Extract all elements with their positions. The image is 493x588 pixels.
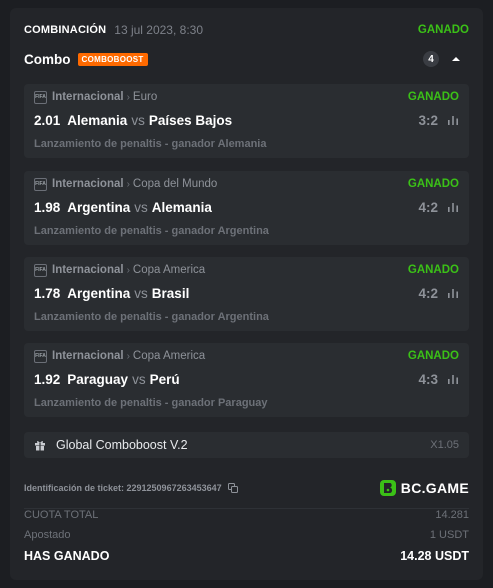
selection-status: GANADO: [407, 91, 459, 103]
selection-item[interactable]: FIFA Internacional › Copa America GANADO…: [24, 257, 469, 331]
selection-item[interactable]: FIFA Internacional › Copa del Mundo GANA…: [24, 171, 469, 245]
total-odds-value: 14.281: [435, 509, 469, 521]
comboboost-name: Global Comboboost V.2: [56, 438, 188, 452]
league-name: Internacional: [52, 264, 124, 276]
comboboost-multiplier: X1.05: [430, 439, 459, 451]
fifa-logo-icon: FIFA: [34, 177, 47, 191]
market-pick: Lanzamiento de penaltis - ganador Argent…: [34, 225, 269, 237]
chevron-right-icon: ›: [126, 350, 130, 362]
market-pick: Lanzamiento de penaltis - ganador Argent…: [34, 311, 269, 323]
fifa-logo-icon: FIFA: [34, 349, 47, 363]
selection-status: GANADO: [407, 178, 459, 190]
staked-value: 1 USDT: [429, 529, 469, 541]
selection-odds: 1.92: [34, 371, 61, 387]
away-team: Brasil: [151, 285, 190, 301]
bar-chart-icon[interactable]: [447, 287, 459, 299]
bet-date: 13 jul 2023, 8:30: [114, 23, 204, 37]
brand-logo: BC.GAME: [379, 479, 469, 497]
winnings-value: 14.28 USDT: [400, 549, 469, 563]
tournament-name: Euro: [132, 91, 158, 103]
final-score: 3:2: [418, 112, 438, 128]
fifa-logo-icon: FIFA: [34, 90, 47, 104]
combo-title: Combo: [24, 51, 71, 67]
selection-odds: 2.01: [34, 112, 61, 128]
selections-count: 4: [423, 51, 439, 67]
away-team: Alemania: [151, 199, 212, 215]
home-team: Argentina: [67, 199, 131, 215]
tournament-name: Copa America: [132, 350, 206, 362]
market-pick: Lanzamiento de penaltis - ganador Paragu…: [34, 397, 268, 409]
selection-odds: 1.98: [34, 199, 61, 215]
league-name: Internacional: [52, 178, 124, 190]
away-team: Perú: [149, 371, 180, 387]
ticket-header: COMBINACIÓN 13 jul 2023, 8:30 GANADO: [24, 22, 469, 38]
chevron-right-icon: ›: [126, 264, 130, 276]
winnings-row: HAS GANADO 14.28 USDT: [24, 548, 469, 564]
bar-chart-icon[interactable]: [447, 201, 459, 213]
copy-icon[interactable]: [227, 483, 238, 493]
ticket-id: Identificación de ticket: 22912509672634…: [24, 483, 222, 493]
chevron-right-icon: ›: [126, 91, 130, 103]
final-score: 4:3: [418, 371, 438, 387]
market-pick: Lanzamiento de penaltis - ganador Aleman…: [34, 138, 267, 150]
selection-status: GANADO: [407, 350, 459, 362]
global-comboboost-row: Global Comboboost V.2 X1.05: [24, 432, 469, 458]
ticket-id-row: Identificación de ticket: 22912509672634…: [24, 478, 469, 498]
combo-toggle-row[interactable]: Combo COMBOBOOST 4: [24, 46, 469, 72]
final-score: 4:2: [418, 285, 438, 301]
selection-status: GANADO: [407, 264, 459, 276]
ticket-status-badge: GANADO: [417, 24, 469, 36]
tournament-name: Copa America: [132, 264, 206, 276]
home-team: Argentina: [67, 285, 131, 301]
league-name: Internacional: [52, 91, 124, 103]
tournament-name: Copa del Mundo: [132, 178, 218, 190]
vs-label: vs: [132, 371, 146, 387]
final-score: 4:2: [418, 199, 438, 215]
chevron-up-icon[interactable]: [451, 54, 461, 64]
bar-chart-icon[interactable]: [447, 114, 459, 126]
fifa-logo-icon: FIFA: [34, 263, 47, 277]
home-team: Alemania: [67, 112, 128, 128]
staked-row: Apostado 1 USDT: [24, 528, 469, 542]
brand-name: BC.GAME: [400, 480, 469, 496]
staked-label: Apostado: [24, 529, 71, 541]
winnings-label: HAS GANADO: [24, 549, 110, 563]
gift-icon: [35, 441, 45, 451]
selection-odds: 1.78: [34, 285, 61, 301]
league-name: Internacional: [52, 350, 124, 362]
vs-label: vs: [134, 199, 148, 215]
selection-item[interactable]: FIFA Internacional › Euro GANADO 2.01 Al…: [24, 84, 469, 158]
home-team: Paraguay: [67, 371, 129, 387]
chevron-right-icon: ›: [126, 178, 130, 190]
away-team: Países Bajos: [148, 112, 233, 128]
bar-chart-icon[interactable]: [447, 373, 459, 385]
vs-label: vs: [131, 112, 145, 128]
bet-ticket-card: COMBINACIÓN 13 jul 2023, 8:30 GANADO Com…: [10, 8, 483, 580]
bet-type-label: COMBINACIÓN: [24, 24, 107, 36]
comboboost-badge: COMBOBOOST: [77, 52, 148, 66]
bc-game-logo-icon: [379, 480, 396, 496]
selection-item[interactable]: FIFA Internacional › Copa America GANADO…: [24, 343, 469, 417]
total-odds-row: CUOTA TOTAL 14.281: [24, 508, 469, 522]
vs-label: vs: [134, 285, 148, 301]
total-odds-label: CUOTA TOTAL: [24, 509, 99, 521]
